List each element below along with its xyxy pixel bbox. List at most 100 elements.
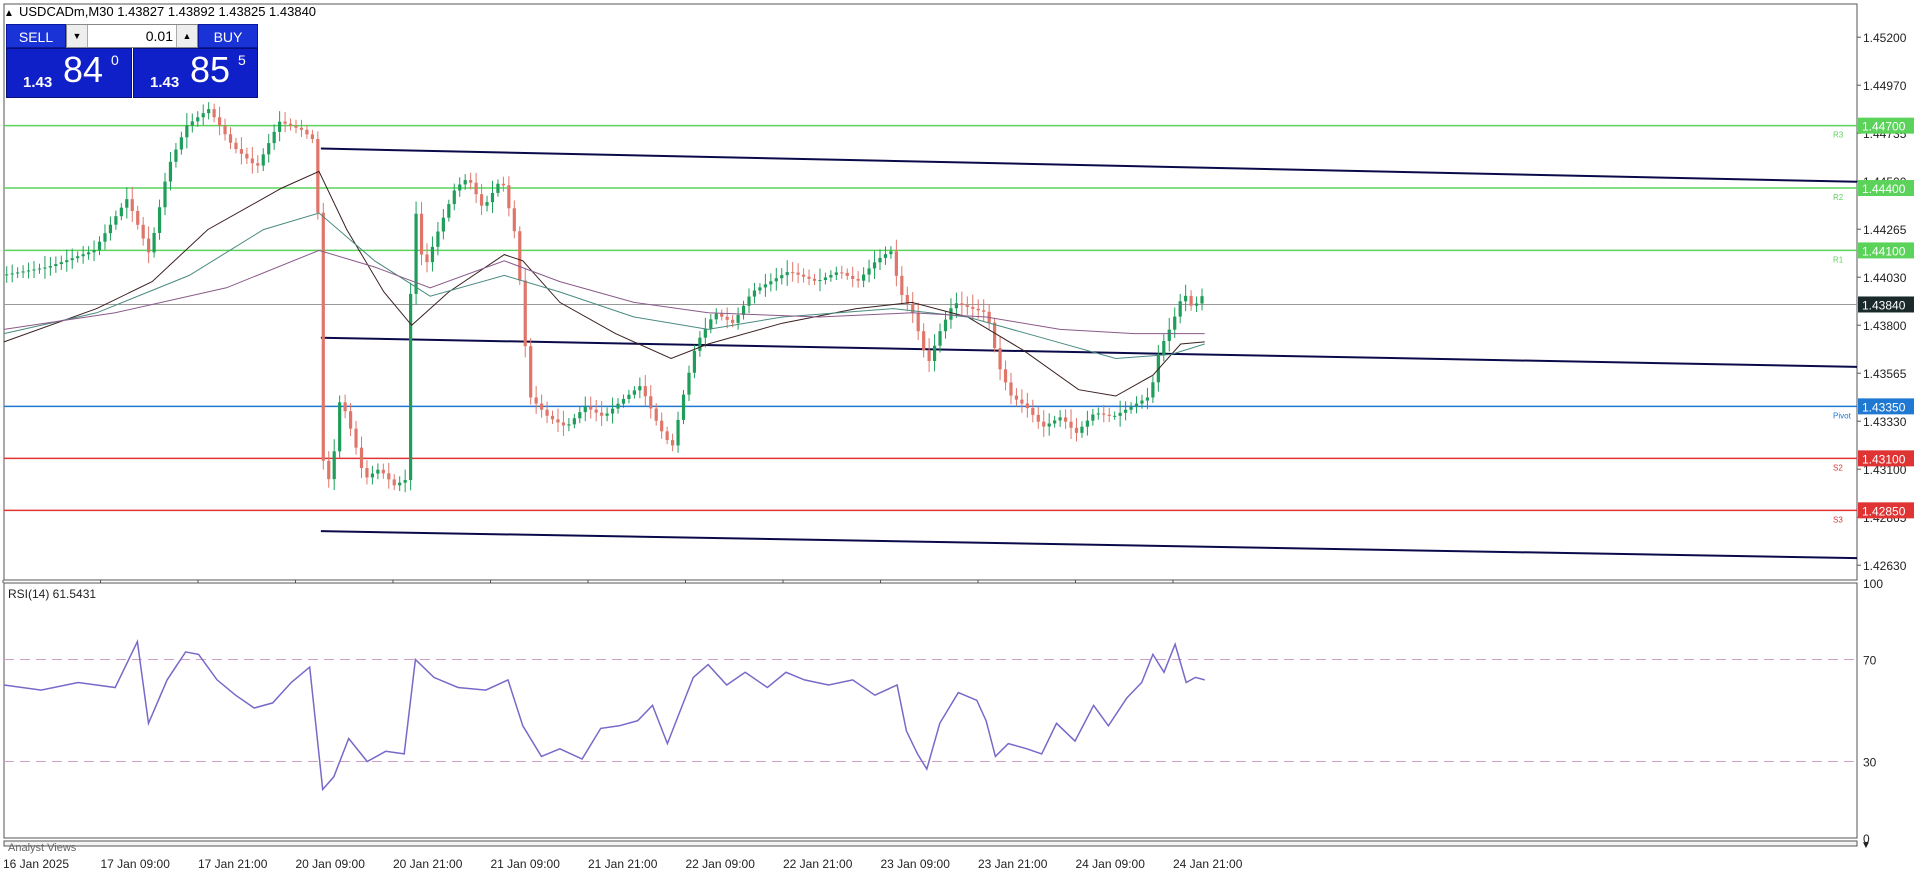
candle-body bbox=[103, 233, 107, 242]
candle-body bbox=[823, 277, 828, 281]
lot-increase-icon[interactable]: ▲ bbox=[176, 25, 197, 47]
candle-body bbox=[621, 398, 626, 404]
candle-body bbox=[294, 125, 298, 128]
price-pane-frame bbox=[3, 3, 1858, 581]
analyst-views-label: Analyst Views bbox=[8, 842, 77, 854]
candle-body bbox=[114, 216, 118, 225]
candle-body bbox=[747, 296, 751, 306]
candle-body bbox=[37, 268, 42, 270]
candle-body bbox=[589, 406, 593, 410]
time-axis-label: 20 Jan 09:00 bbox=[296, 857, 366, 871]
candle-body bbox=[976, 308, 980, 311]
ask-price-box[interactable]: 1.43 85 5 bbox=[133, 48, 258, 98]
candle-body bbox=[86, 252, 91, 255]
candle-body bbox=[998, 348, 1002, 370]
time-axis-label: 22 Jan 09:00 bbox=[686, 857, 756, 871]
time-axis-label: 24 Jan 21:00 bbox=[1173, 857, 1243, 871]
candle-body bbox=[376, 469, 380, 474]
candle-body bbox=[643, 386, 647, 397]
trendline-3[interactable] bbox=[320, 530, 1858, 560]
candle-body bbox=[1042, 421, 1046, 427]
lot-value[interactable]: 0.01 bbox=[91, 25, 173, 47]
candle-body bbox=[927, 350, 931, 361]
candle-body bbox=[54, 264, 58, 267]
candle-body bbox=[212, 109, 216, 118]
lot-decrease-icon[interactable]: ▼ bbox=[67, 25, 88, 47]
scroll-down-icon[interactable]: ▼ bbox=[1861, 840, 1871, 851]
moving-average-line bbox=[3, 249, 1205, 335]
price-axis-label: 1.43565 bbox=[1863, 367, 1907, 381]
candle-body bbox=[452, 190, 456, 205]
candle-body bbox=[1140, 400, 1144, 404]
candle-body bbox=[894, 251, 898, 276]
candle-body bbox=[567, 424, 571, 426]
price-axis-label: 1.44970 bbox=[1863, 79, 1907, 93]
candle-body bbox=[1036, 414, 1040, 422]
candle-body bbox=[943, 319, 948, 332]
candle-body bbox=[108, 224, 113, 234]
candle-body bbox=[26, 270, 31, 272]
ask-price-pips: 85 bbox=[190, 49, 231, 90]
candle-body bbox=[81, 254, 85, 257]
candle-body bbox=[638, 386, 642, 391]
level-tag-s2: 1.43100 bbox=[1862, 452, 1906, 466]
candle-body bbox=[256, 163, 260, 166]
candle-body bbox=[398, 482, 402, 486]
candle-body bbox=[670, 440, 675, 446]
candle-body bbox=[660, 420, 664, 432]
candle-body bbox=[1189, 295, 1193, 306]
candle-body bbox=[845, 272, 849, 276]
candle-body bbox=[201, 113, 205, 118]
candle-body bbox=[965, 305, 969, 307]
candle-body bbox=[725, 316, 729, 320]
trendline-1[interactable] bbox=[320, 147, 1858, 183]
candle-body bbox=[1162, 341, 1166, 356]
chart-canvas[interactable]: Analyst Views ▲ USDCADm,M30 1.43827 1.4389… bbox=[0, 0, 1916, 874]
candle-body bbox=[436, 231, 440, 247]
candle-body bbox=[65, 260, 69, 263]
candle-body bbox=[469, 180, 473, 183]
candle-body bbox=[720, 313, 724, 317]
level-label-s3: S3 bbox=[1833, 515, 1843, 524]
candle-body bbox=[409, 293, 413, 481]
candle-body bbox=[829, 274, 833, 278]
candle-body bbox=[1009, 382, 1013, 396]
candle-body bbox=[310, 134, 314, 139]
candle-body bbox=[1134, 403, 1139, 407]
candle-body bbox=[545, 409, 549, 416]
candle-body bbox=[627, 394, 631, 399]
lot-size-field[interactable]: ▼ 0.01 ▲ bbox=[66, 24, 198, 48]
candle-body bbox=[878, 257, 882, 263]
time-axis-label: 23 Jan 21:00 bbox=[978, 857, 1048, 871]
candle-body bbox=[785, 272, 789, 276]
sell-button[interactable]: SELL bbox=[6, 24, 66, 48]
candle-body bbox=[698, 337, 702, 351]
candle-body bbox=[791, 272, 795, 274]
symbol-collapse-icon[interactable]: ▲ bbox=[4, 8, 14, 19]
moving-average-line bbox=[3, 170, 1205, 397]
candle-body bbox=[43, 267, 47, 269]
candle-body bbox=[687, 372, 691, 395]
time-axis-label: 20 Jan 21:00 bbox=[393, 857, 463, 871]
candle-body bbox=[889, 251, 893, 255]
candle-body bbox=[523, 280, 527, 347]
candle-body bbox=[21, 271, 25, 273]
candle-body bbox=[851, 275, 855, 279]
candle-body bbox=[534, 397, 538, 404]
candle-body bbox=[419, 213, 424, 255]
buy-button[interactable]: BUY bbox=[198, 24, 258, 48]
candle-body bbox=[16, 272, 20, 274]
candle-body bbox=[856, 278, 860, 281]
candle-body bbox=[900, 275, 904, 295]
candle-body bbox=[288, 123, 293, 126]
candle-body bbox=[605, 413, 609, 416]
trendline-2[interactable] bbox=[320, 336, 1858, 368]
candle-body bbox=[763, 284, 767, 288]
candle-body bbox=[1124, 409, 1128, 413]
candle-body bbox=[954, 303, 959, 309]
candle-body bbox=[387, 473, 391, 480]
bid-price-box[interactable]: 1.43 84 0 bbox=[6, 48, 132, 98]
candle-body bbox=[174, 149, 178, 162]
level-label-r3: R3 bbox=[1833, 131, 1844, 140]
price-axis-label: 1.43330 bbox=[1863, 415, 1907, 429]
